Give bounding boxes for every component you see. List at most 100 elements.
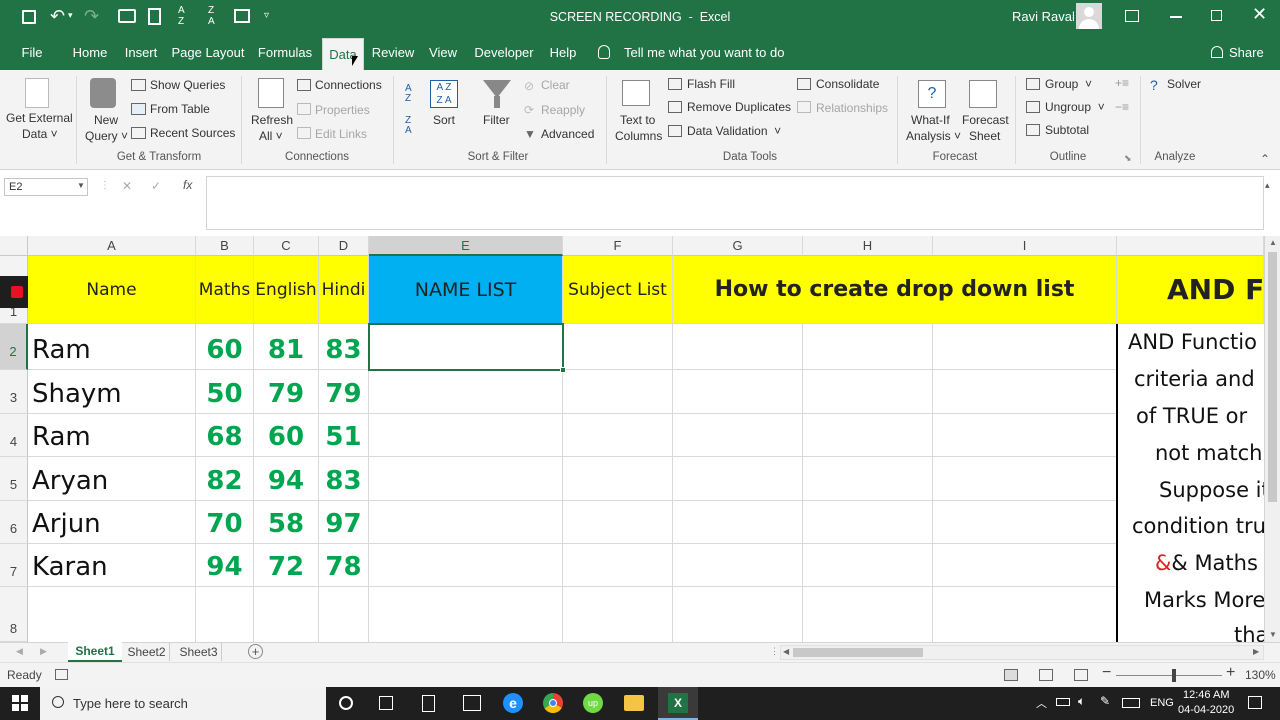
sheet-tab-sheet3[interactable]: Sheet3 xyxy=(176,643,222,661)
collapse-ribbon-icon[interactable]: ⌃ xyxy=(1260,152,1270,166)
recent-sources-button[interactable]: Recent Sources xyxy=(150,126,235,140)
clear-button[interactable]: Clear xyxy=(541,78,570,92)
horizontal-scroll-thumb[interactable] xyxy=(793,648,923,657)
row-header-2[interactable]: 2 xyxy=(0,324,28,370)
camera-icon[interactable] xyxy=(118,9,136,23)
undo-icon[interactable]: ↶ xyxy=(50,6,65,27)
column-header-c[interactable]: C xyxy=(254,236,319,256)
cell-c6[interactable]: 58 xyxy=(254,501,319,544)
new-file-icon[interactable] xyxy=(148,8,161,25)
what-if-analysis-button[interactable]: What-If xyxy=(911,113,950,127)
sort-za-small-icon[interactable]: ZA xyxy=(405,116,412,136)
pen-icon[interactable]: ✎ xyxy=(1100,694,1110,708)
row-header-4[interactable]: 4 xyxy=(0,414,28,457)
excel-taskbar-icon[interactable]: X xyxy=(658,687,698,720)
tab-developer[interactable]: Developer xyxy=(470,36,538,70)
name-box-dropdown-icon[interactable]: ▼ xyxy=(77,181,85,190)
show-queries-button[interactable]: Show Queries xyxy=(150,78,225,92)
column-header-h[interactable]: H xyxy=(803,236,933,256)
cell-b1[interactable]: Maths xyxy=(196,256,254,324)
form-icon[interactable] xyxy=(234,9,250,23)
tab-help[interactable]: Help xyxy=(546,36,580,70)
ungroup-button[interactable]: Ungroup ˅ xyxy=(1045,100,1105,114)
keyboard-icon[interactable] xyxy=(1122,698,1140,708)
new-query-button[interactable]: New xyxy=(94,113,118,127)
next-sheet-icon[interactable]: ▶ xyxy=(40,646,47,657)
fill-handle[interactable] xyxy=(560,367,566,373)
cell-c2[interactable]: 81 xyxy=(254,324,319,370)
cell-b2[interactable]: 60 xyxy=(196,324,254,370)
show-detail-icon[interactable]: +≡ xyxy=(1115,76,1129,90)
from-table-button[interactable]: From Table xyxy=(150,102,210,116)
relationships-button[interactable]: Relationships xyxy=(816,101,888,115)
cell-b3[interactable]: 50 xyxy=(196,370,254,414)
cell-a3[interactable]: Shaym xyxy=(28,370,196,414)
connections-button[interactable]: Connections xyxy=(315,78,382,92)
expand-formula-bar-icon[interactable]: ▴ xyxy=(1265,180,1270,191)
flash-fill-button[interactable]: Flash Fill xyxy=(687,77,735,91)
empty-grid-area[interactable] xyxy=(369,324,1117,642)
refresh-all-label2[interactable]: All ˅ xyxy=(259,129,283,143)
cell-b4[interactable]: 68 xyxy=(196,414,254,457)
upwork-icon[interactable]: up xyxy=(583,693,603,713)
consolidate-button[interactable]: Consolidate xyxy=(816,77,879,91)
column-header-f[interactable]: F xyxy=(563,236,673,256)
chrome-icon[interactable] xyxy=(543,693,563,713)
cell-d7[interactable]: 78 xyxy=(319,544,369,587)
scroll-right-icon[interactable]: ▶ xyxy=(1253,647,1259,656)
text-to-columns-label2[interactable]: Columns xyxy=(615,129,662,143)
select-all-corner[interactable] xyxy=(0,236,28,256)
scroll-down-icon[interactable]: ▼ xyxy=(1269,630,1277,639)
hide-detail-icon[interactable]: −≡ xyxy=(1115,100,1129,114)
forecast-sheet-label2[interactable]: Sheet xyxy=(969,129,1000,143)
tab-formulas[interactable]: Formulas xyxy=(254,36,316,70)
file-icon[interactable] xyxy=(422,695,435,712)
cell-c4[interactable]: 60 xyxy=(254,414,319,457)
cancel-entry-icon[interactable]: ✕ xyxy=(122,179,132,193)
tab-home[interactable]: Home xyxy=(68,36,112,70)
vertical-scroll-thumb[interactable] xyxy=(1268,252,1277,502)
battery-icon[interactable] xyxy=(1056,698,1070,706)
tab-page-layout[interactable]: Page Layout xyxy=(170,36,246,70)
outline-dialog-launcher-icon[interactable]: ⬊ xyxy=(1124,153,1132,164)
cell-d5[interactable]: 83 xyxy=(319,457,369,501)
prev-sheet-icon[interactable]: ◀ xyxy=(16,646,23,657)
refresh-all-button[interactable]: Refresh xyxy=(251,113,293,127)
reapply-button[interactable]: Reapply xyxy=(541,103,585,117)
cell-c5[interactable]: 94 xyxy=(254,457,319,501)
cell-a5[interactable]: Aryan xyxy=(28,457,196,501)
notifications-icon[interactable] xyxy=(1248,696,1262,709)
get-external-data-label2[interactable]: Data ˅ xyxy=(22,127,58,141)
cell-c3[interactable]: 79 xyxy=(254,370,319,414)
get-external-data-button[interactable]: Get External xyxy=(6,111,73,125)
name-box[interactable]: E2 ▼ xyxy=(4,178,88,196)
edit-links-button[interactable]: Edit Links xyxy=(315,127,367,141)
forecast-sheet-button[interactable]: Forecast xyxy=(962,113,1009,127)
row-header-3[interactable]: 3 xyxy=(0,370,28,414)
restore-icon[interactable] xyxy=(1211,10,1222,21)
sort-button[interactable]: Sort xyxy=(433,113,455,127)
close-icon[interactable]: ✕ xyxy=(1252,4,1267,25)
cell-d4[interactable]: 51 xyxy=(319,414,369,457)
tab-view[interactable]: View xyxy=(424,36,462,70)
vertical-scrollbar[interactable]: ▲ ▼ xyxy=(1264,236,1280,642)
sort-za-icon[interactable]: ZA xyxy=(208,5,215,27)
row-header-8[interactable]: 8 xyxy=(0,587,28,642)
cell-d1[interactable]: Hindi xyxy=(319,256,369,324)
sheet-tab-sheet2[interactable]: Sheet2 xyxy=(124,643,170,661)
subtotal-button[interactable]: Subtotal xyxy=(1045,123,1089,137)
sheet-tab-sheet1[interactable]: Sheet1 xyxy=(68,642,122,662)
minimize-icon[interactable] xyxy=(1170,16,1182,18)
scroll-up-icon[interactable]: ▲ xyxy=(1269,238,1277,247)
cell-d6[interactable]: 97 xyxy=(319,501,369,544)
tab-insert[interactable]: Insert xyxy=(120,36,162,70)
cell-a2[interactable]: Ram xyxy=(28,324,196,370)
properties-button[interactable]: Properties xyxy=(315,103,370,117)
scroll-left-icon[interactable]: ◀ xyxy=(783,647,789,656)
cell-j1[interactable]: AND F xyxy=(1117,256,1264,324)
task-view-icon[interactable] xyxy=(379,696,393,710)
share-button[interactable]: Share xyxy=(1229,45,1264,60)
filter-button[interactable]: Filter xyxy=(483,113,510,127)
cell-a1[interactable]: Name xyxy=(28,256,196,324)
cell-a7[interactable]: Karan xyxy=(28,544,196,587)
